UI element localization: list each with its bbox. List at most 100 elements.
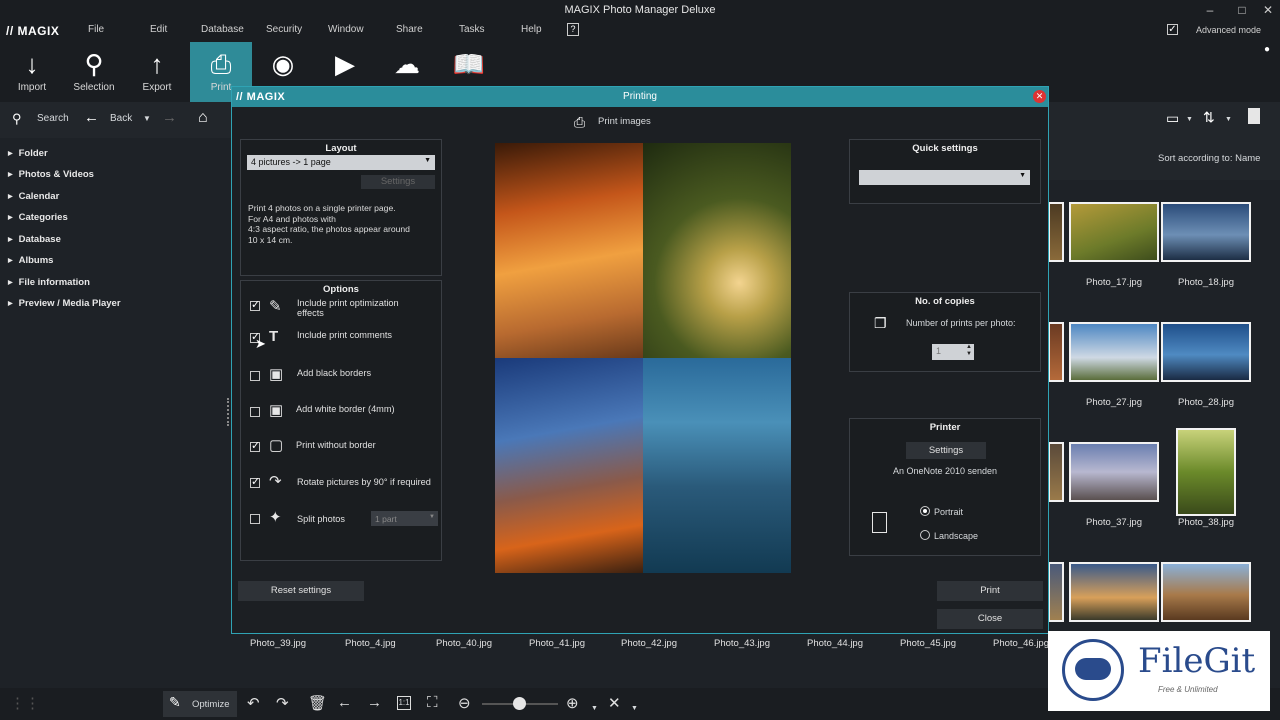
back-dropdown-icon[interactable]: ▼ (143, 114, 151, 123)
option-checkbox-split[interactable] (250, 514, 260, 524)
sort-dropdown-icon[interactable]: ▼ (1225, 116, 1232, 123)
sidebar-item-database[interactable]: Database (8, 234, 61, 245)
pen-icon: ✎ (269, 298, 282, 315)
thumbnail-photo[interactable] (1161, 562, 1251, 622)
filename[interactable]: Photo_45.jpg (900, 638, 956, 649)
menu-file[interactable]: File (88, 24, 104, 35)
close-window-icon[interactable]: ✕ (1258, 2, 1278, 18)
printer-heading: Printer (929, 422, 961, 433)
menu-share[interactable]: Share (396, 24, 423, 35)
filename[interactable]: Photo_46.jpg (993, 638, 1049, 649)
back-arrow-icon[interactable]: ← (84, 109, 99, 126)
effects-icon[interactable]: ✕ (608, 694, 621, 712)
minimize-icon[interactable]: – (1200, 2, 1220, 18)
sidebar-item-file-information[interactable]: File information (8, 277, 90, 288)
layout-description-line: Print 4 photos on a single printer page. (248, 203, 396, 213)
view-mode-icon[interactable]: ▭ (1166, 110, 1179, 127)
quick-settings-select[interactable]: ▼ (859, 170, 1030, 185)
menu-tasks[interactable]: Tasks (459, 24, 485, 35)
option-checkbox-without-border[interactable] (250, 439, 260, 452)
thumbnail-photo-28[interactable] (1161, 322, 1251, 382)
download-icon: ↓ (25, 49, 39, 79)
thumbnail-photo-18[interactable] (1161, 202, 1251, 262)
filename[interactable]: Photo_42.jpg (621, 638, 677, 649)
sidebar-item-preview[interactable]: Preview / Media Player (8, 298, 121, 309)
sidebar-item-categories[interactable]: Categories (8, 212, 68, 223)
filename[interactable]: Photo_4.jpg (345, 638, 396, 649)
delete-icon[interactable]: 🗑 (308, 694, 327, 712)
filename[interactable]: Photo_43.jpg (714, 638, 770, 649)
panel-icon[interactable] (1248, 108, 1260, 124)
view-dropdown-icon[interactable]: ▼ (1186, 116, 1193, 123)
next-icon[interactable]: → (367, 694, 382, 711)
maximize-icon[interactable]: □ (1232, 2, 1252, 18)
back-label[interactable]: Back (110, 113, 132, 124)
export-button[interactable]: ↑ Export (126, 42, 188, 102)
import-button[interactable]: ↓ Import (1, 42, 63, 102)
layout-select[interactable]: 4 pictures -> 1 page ▼ (247, 155, 435, 170)
layout-settings-button[interactable]: Settings (361, 175, 435, 189)
fullscreen-icon[interactable]: ⛶ (427, 694, 438, 711)
forward-arrow-icon[interactable]: → (162, 109, 177, 126)
zoom-slider-thumb[interactable] (513, 697, 526, 710)
effects-dropdown-icon[interactable]: ▼ (631, 705, 638, 712)
option-checkbox-optimization[interactable] (250, 298, 260, 311)
option-label-optimization: Include print optimization effects (297, 298, 399, 318)
actual-size-button[interactable]: 1:1 (397, 696, 411, 710)
thumbnail-photo-38[interactable] (1176, 428, 1236, 516)
thumbnail-partial[interactable] (1048, 322, 1064, 382)
filename[interactable]: Photo_39.jpg (250, 638, 306, 649)
menu-database[interactable]: Database (201, 24, 244, 35)
menu-window[interactable]: Window (328, 24, 364, 35)
menu-help[interactable]: Help (521, 24, 542, 35)
split-parts-select[interactable]: 1 part ▼ (371, 511, 438, 526)
thumbnail-photo-37[interactable] (1069, 442, 1159, 502)
home-icon[interactable]: ⌂ (198, 109, 208, 127)
thumbnail-photo-17[interactable] (1069, 202, 1159, 262)
reset-settings-button[interactable]: Reset settings (238, 581, 364, 601)
sidebar-item-albums[interactable]: Albums (8, 255, 54, 266)
option-checkbox-black-borders[interactable] (250, 371, 260, 381)
printer-settings-button[interactable]: Settings (906, 442, 986, 459)
thumbnail-partial[interactable] (1048, 562, 1064, 622)
sidebar-item-photos-videos[interactable]: Photos & Videos (8, 169, 94, 180)
zoom-in-icon[interactable]: ⊕ (566, 694, 579, 712)
sidebar-item-calendar[interactable]: Calendar (8, 191, 60, 202)
sort-icon[interactable]: ⇅ (1203, 109, 1215, 126)
menu-edit[interactable]: Edit (150, 24, 167, 35)
thumbnail-photo-27[interactable] (1069, 322, 1159, 382)
selection-button[interactable]: ⚲ Selection (63, 42, 125, 102)
filename[interactable]: Photo_40.jpg (436, 638, 492, 649)
option-label-comments: Include print comments (297, 330, 392, 340)
thumbnail-photo[interactable] (1069, 562, 1159, 622)
option-checkbox-white-border[interactable] (250, 407, 260, 417)
splitter-handle[interactable] (227, 398, 229, 426)
search-label[interactable]: Search (37, 113, 69, 124)
dialog-close-icon[interactable]: ✕ (1033, 90, 1046, 103)
option-label-without-border: Print without border (296, 440, 376, 450)
thumbnail-partial[interactable] (1048, 202, 1064, 262)
help-book-icon[interactable]: ? (567, 23, 579, 36)
search-icon[interactable]: ⚲ (12, 111, 22, 127)
print-submit-button[interactable]: Print (937, 581, 1043, 601)
thumbnail-partial[interactable] (1048, 442, 1064, 502)
sidebar-item-folder[interactable]: Folder (8, 148, 48, 159)
redo-icon[interactable]: ↷ (276, 694, 289, 712)
optimize-label: Optimize (192, 699, 230, 710)
undo-icon[interactable]: ↶ (247, 694, 260, 712)
close-button[interactable]: Close (937, 609, 1043, 629)
portrait-radio[interactable] (920, 506, 930, 516)
copies-stepper[interactable]: 1 ▲ ▼ (932, 344, 974, 360)
optimize-button[interactable]: ✎ Optimize (163, 691, 237, 717)
landscape-radio[interactable] (920, 530, 930, 540)
zoom-out-icon[interactable]: ⊖ (458, 694, 471, 712)
filename[interactable]: Photo_44.jpg (807, 638, 863, 649)
filename[interactable]: Photo_41.jpg (529, 638, 585, 649)
option-checkbox-rotate[interactable] (250, 475, 260, 488)
menu-security[interactable]: Security (266, 24, 302, 35)
previous-icon[interactable]: ← (337, 694, 352, 711)
sort-label[interactable]: Sort according to: Name (1158, 153, 1260, 164)
advanced-mode-checkbox[interactable]: ✓ (1167, 24, 1178, 35)
stepper-arrows-icon[interactable]: ▲ ▼ (966, 344, 972, 358)
zoom-dropdown-icon[interactable]: ▼ (591, 705, 598, 712)
